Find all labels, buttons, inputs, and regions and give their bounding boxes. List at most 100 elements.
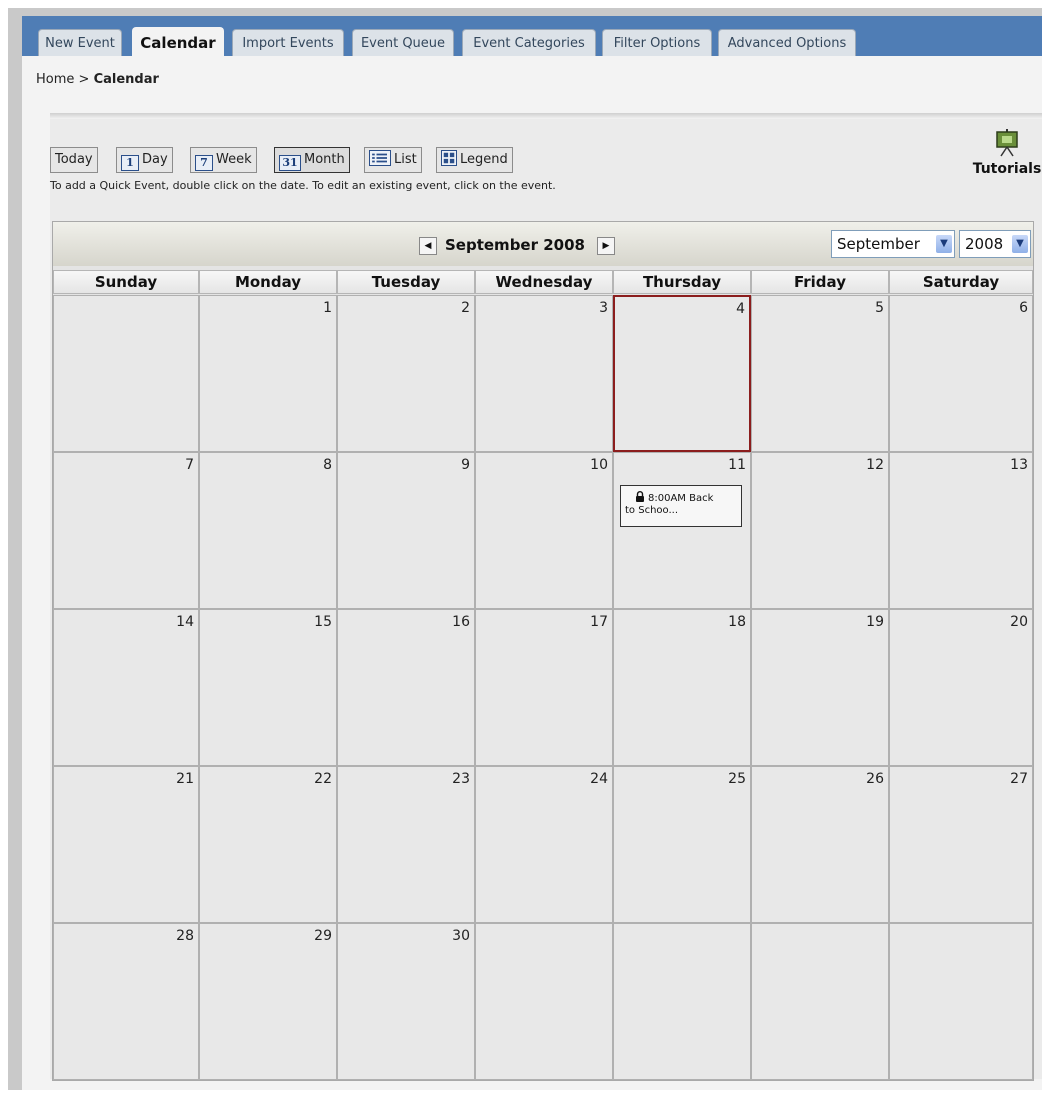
year-select[interactable]: 2008 ▼ xyxy=(959,230,1031,258)
day-number[interactable]: 27 xyxy=(1010,771,1028,787)
day-cell[interactable]: 3 xyxy=(475,295,613,452)
day-cell[interactable]: 13 xyxy=(889,452,1033,609)
breadcrumb: Home > Calendar xyxy=(36,72,159,87)
day-number[interactable]: 3 xyxy=(599,300,608,316)
calendar-content: Today 1 Day 7 Week 31 Month List Legend To … xyxy=(50,119,1042,1081)
day-cell[interactable]: 2 xyxy=(337,295,475,452)
day-number[interactable]: 30 xyxy=(452,928,470,944)
day-cell[interactable] xyxy=(751,923,889,1080)
tab-event-categories[interactable]: Event Categories xyxy=(462,29,596,56)
day-cell[interactable]: 5 xyxy=(751,295,889,452)
month-select[interactable]: September ▼ xyxy=(831,230,955,258)
prev-month-button[interactable]: ◀ xyxy=(419,237,437,255)
week-label: Week xyxy=(216,152,252,167)
tutorials-label: Tutorials xyxy=(972,161,1042,177)
day-cell[interactable]: 30 xyxy=(337,923,475,1080)
day-number[interactable]: 8 xyxy=(323,457,332,473)
day-number[interactable]: 15 xyxy=(314,614,332,630)
day-cell[interactable]: 20 xyxy=(889,609,1033,766)
tab-advanced-options[interactable]: Advanced Options xyxy=(718,29,856,56)
list-icon xyxy=(369,150,391,166)
day-number[interactable]: 11 xyxy=(728,457,746,473)
day-number[interactable]: 14 xyxy=(176,614,194,630)
tab-calendar[interactable]: Calendar xyxy=(132,27,224,57)
day-number[interactable]: 24 xyxy=(590,771,608,787)
day-number[interactable]: 22 xyxy=(314,771,332,787)
day-cell[interactable]: 22 xyxy=(199,766,337,923)
calendar-event[interactable]: 8:00AM Back to Schoo... xyxy=(620,485,742,527)
list-view-button[interactable]: List xyxy=(364,147,422,173)
month-view-button[interactable]: 31 Month xyxy=(274,147,350,173)
chevron-down-icon: ▼ xyxy=(1012,235,1028,253)
day-cell[interactable]: 27 xyxy=(889,766,1033,923)
tab-import-events[interactable]: Import Events xyxy=(232,29,344,56)
day-number[interactable]: 26 xyxy=(866,771,884,787)
day-number[interactable]: 29 xyxy=(314,928,332,944)
tab-event-queue[interactable]: Event Queue xyxy=(352,29,454,56)
day-icon: 1 xyxy=(121,155,139,171)
day-number[interactable]: 21 xyxy=(176,771,194,787)
breadcrumb-home[interactable]: Home xyxy=(36,72,74,87)
day-number[interactable]: 4 xyxy=(736,301,745,317)
tab-new-event[interactable]: New Event xyxy=(38,29,122,56)
day-cell[interactable]: 24 xyxy=(475,766,613,923)
day-cell[interactable]: 19 xyxy=(751,609,889,766)
day-cell[interactable] xyxy=(613,923,751,1080)
day-cell[interactable]: 18 xyxy=(613,609,751,766)
event-time-title: 8:00AM Back xyxy=(648,493,714,504)
day-cell[interactable]: 26 xyxy=(751,766,889,923)
window-frame: New Event Calendar Import Events Event Q… xyxy=(8,8,1042,1090)
day-number[interactable]: 1 xyxy=(323,300,332,316)
calendar-header: ◀ September 2008 ▶ September ▼ 2008 ▼ xyxy=(53,222,1033,266)
day-cell[interactable]: 15 xyxy=(199,609,337,766)
day-cell[interactable]: 25 xyxy=(613,766,751,923)
chevron-down-icon: ▼ xyxy=(936,235,952,253)
tutorials-link[interactable]: Tutorials xyxy=(972,129,1042,177)
week-view-button[interactable]: 7 Week xyxy=(190,147,257,173)
next-month-button[interactable]: ▶ xyxy=(597,237,615,255)
day-cell[interactable]: 23 xyxy=(337,766,475,923)
day-cell[interactable]: 14 xyxy=(53,609,199,766)
day-number[interactable]: 16 xyxy=(452,614,470,630)
legend-button[interactable]: Legend xyxy=(436,147,513,173)
day-number[interactable]: 9 xyxy=(461,457,470,473)
day-cell[interactable]: 1 xyxy=(199,295,337,452)
day-cell[interactable]: 10 xyxy=(475,452,613,609)
day-number[interactable]: 6 xyxy=(1019,300,1028,316)
day-number[interactable]: 25 xyxy=(728,771,746,787)
day-cell[interactable]: 9 xyxy=(337,452,475,609)
day-cell[interactable]: 12 xyxy=(751,452,889,609)
day-cell[interactable] xyxy=(53,295,199,452)
day-cell[interactable] xyxy=(889,923,1033,1080)
legend-label: Legend xyxy=(460,152,508,167)
day-number[interactable]: 7 xyxy=(185,457,194,473)
day-cell[interactable]: 28 xyxy=(53,923,199,1080)
day-cell[interactable]: 21 xyxy=(53,766,199,923)
day-number[interactable]: 10 xyxy=(590,457,608,473)
day-number[interactable]: 19 xyxy=(866,614,884,630)
day-number[interactable]: 13 xyxy=(1010,457,1028,473)
day-label: Day xyxy=(142,152,168,167)
day-cell[interactable]: 6 xyxy=(889,295,1033,452)
day-cell[interactable] xyxy=(475,923,613,1080)
event-title-continued: to Schoo... xyxy=(625,505,678,516)
day-number[interactable]: 17 xyxy=(590,614,608,630)
tab-filter-options[interactable]: Filter Options xyxy=(602,29,712,56)
day-cell[interactable]: 4 xyxy=(613,295,751,452)
day-cell[interactable]: 16 xyxy=(337,609,475,766)
day-view-button[interactable]: 1 Day xyxy=(116,147,173,173)
day-cell[interactable]: 29 xyxy=(199,923,337,1080)
day-cell[interactable]: 17 xyxy=(475,609,613,766)
day-number[interactable]: 28 xyxy=(176,928,194,944)
day-cell[interactable]: 11 8:00AM Back to Schoo... xyxy=(613,452,751,609)
day-number[interactable]: 2 xyxy=(461,300,470,316)
day-cell[interactable]: 8 xyxy=(199,452,337,609)
day-number[interactable]: 20 xyxy=(1010,614,1028,630)
day-cell[interactable]: 7 xyxy=(53,452,199,609)
tab-bar: New Event Calendar Import Events Event Q… xyxy=(22,16,1042,57)
day-number[interactable]: 18 xyxy=(728,614,746,630)
today-button[interactable]: Today xyxy=(50,147,98,173)
day-number[interactable]: 23 xyxy=(452,771,470,787)
day-number[interactable]: 12 xyxy=(866,457,884,473)
day-number[interactable]: 5 xyxy=(875,300,884,316)
